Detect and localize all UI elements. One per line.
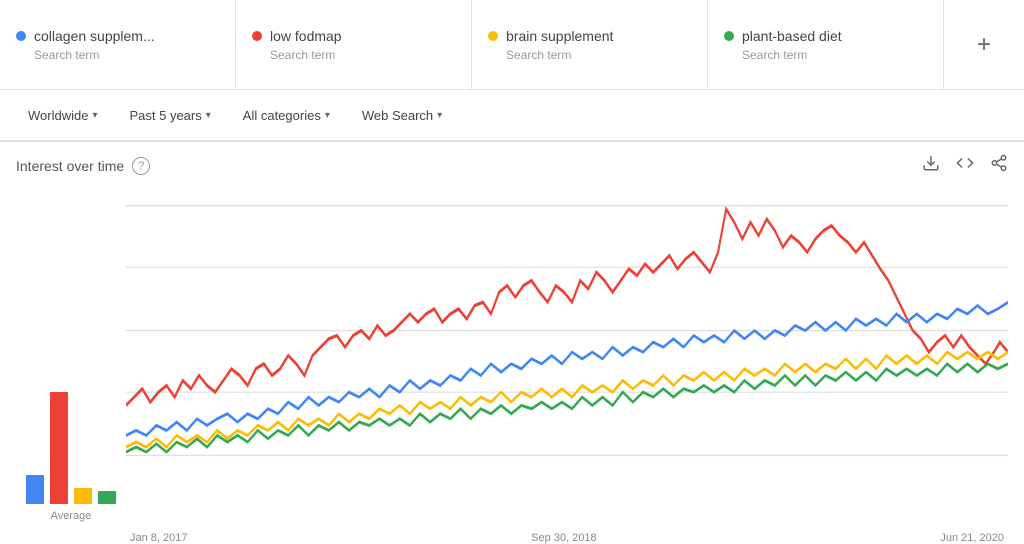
x-label-3: Jun 21, 2020: [940, 532, 1004, 544]
plantbased-dot: [724, 31, 734, 41]
chart-title-text: Interest over time: [16, 158, 124, 174]
avg-bar-plantbased: [98, 491, 116, 504]
x-label-1: Jan 8, 2017: [130, 532, 188, 544]
chart-actions: [922, 154, 1008, 177]
chart-container: Average 100 75 50 25: [16, 189, 1008, 544]
location-filter-label: Worldwide: [28, 108, 88, 123]
category-chevron-icon: ▾: [325, 110, 330, 121]
fodmap-type: Search term: [252, 48, 455, 62]
fodmap-dot: [252, 31, 262, 41]
filter-bar: Worldwide ▾ Past 5 years ▾ All categorie…: [0, 90, 1024, 142]
x-label-2: Sep 30, 2018: [531, 532, 596, 544]
avg-bar-section: Average: [16, 189, 126, 544]
search-term-plantbased[interactable]: plant-based diet Search term: [708, 0, 944, 89]
category-filter[interactable]: All categories ▾: [231, 102, 342, 129]
search-type-filter[interactable]: Web Search ▾: [350, 102, 454, 129]
location-chevron-icon: ▾: [92, 110, 97, 121]
x-axis-labels: Jan 8, 2017 Sep 30, 2018 Jun 21, 2020: [126, 532, 1008, 544]
line-chart-section: 100 75 50 25 Jan 8, 2017 Sep 30, 2018 Ju…: [126, 189, 1008, 544]
category-filter-label: All categories: [243, 108, 321, 123]
collagen-dot: [16, 31, 26, 41]
avg-label: Average: [51, 510, 92, 522]
search-term-fodmap[interactable]: low fodmap Search term: [236, 0, 472, 89]
search-term-brain[interactable]: brain supplement Search term: [472, 0, 708, 89]
search-type-filter-label: Web Search: [362, 108, 433, 123]
plantbased-type: Search term: [724, 48, 927, 62]
embed-icon[interactable]: [956, 154, 974, 177]
brain-type: Search term: [488, 48, 691, 62]
location-filter[interactable]: Worldwide ▾: [16, 102, 109, 129]
avg-bar-brain: [74, 488, 92, 504]
fodmap-line: [126, 209, 1008, 405]
chart-header: Interest over time ?: [16, 154, 1008, 177]
add-term-button[interactable]: +: [944, 0, 1024, 89]
fodmap-label: low fodmap: [270, 28, 342, 44]
download-icon[interactable]: [922, 154, 940, 177]
help-icon[interactable]: ?: [132, 157, 150, 175]
avg-bar-fodmap: [50, 392, 68, 504]
plantbased-line: [126, 364, 1008, 452]
avg-bars: [26, 344, 116, 504]
search-term-collagen[interactable]: collagen supplem... Search term: [0, 0, 236, 89]
chart-section: Interest over time ? Average: [0, 142, 1024, 544]
search-type-chevron-icon: ▾: [437, 110, 442, 121]
collagen-label: collagen supplem...: [34, 28, 155, 44]
brain-label: brain supplement: [506, 28, 613, 44]
chart-title-group: Interest over time ?: [16, 157, 150, 175]
share-icon[interactable]: [990, 154, 1008, 177]
collagen-type: Search term: [16, 48, 219, 62]
time-chevron-icon: ▾: [206, 110, 211, 121]
line-chart-svg: 100 75 50 25: [126, 189, 1008, 522]
plantbased-label: plant-based diet: [742, 28, 842, 44]
avg-bar-collagen: [26, 475, 44, 504]
time-filter-label: Past 5 years: [129, 108, 201, 123]
search-terms-bar: collagen supplem... Search term low fodm…: [0, 0, 1024, 90]
brain-dot: [488, 31, 498, 41]
time-filter[interactable]: Past 5 years ▾: [117, 102, 222, 129]
